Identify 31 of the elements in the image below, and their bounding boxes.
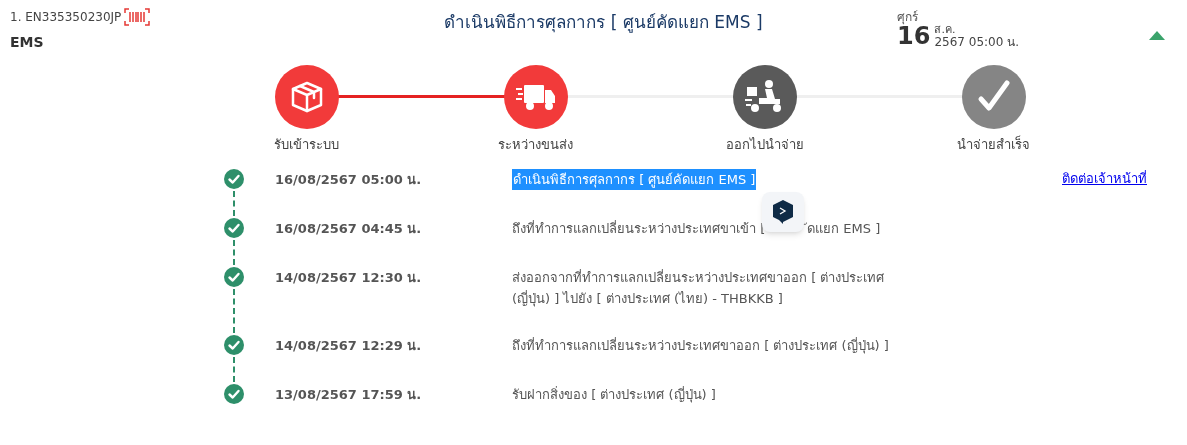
month: ส.ค. [934, 24, 957, 36]
check-circle-icon [224, 334, 244, 355]
status-title: ดำเนินพิธีการศุลกากร [ ศูนย์คัดแยก EMS ] [444, 11, 763, 35]
event-time: 16/08/2567 05:00 น. [274, 170, 423, 189]
event-time: 14/08/2567 12:30 น. [274, 268, 423, 287]
check-circle-icon [224, 266, 244, 287]
translate-overlay-button[interactable] [762, 191, 805, 232]
step-label: รับเข้าระบบ [274, 136, 339, 154]
step-label: ออกไปนำจ่าย [725, 136, 804, 154]
weekday: ศุกร์ [897, 9, 918, 25]
check-circle-icon [224, 168, 244, 189]
contact-staff-link[interactable]: ติดต่อเจ้าหน้าที่ [1062, 168, 1147, 188]
check-circle-icon [224, 217, 244, 238]
collapse-caret-icon[interactable] [1149, 30, 1165, 40]
year-time: 2567 05:00 น. [934, 36, 1019, 48]
check-circle-icon [224, 383, 244, 404]
event-time: 13/08/2567 17:59 น. [274, 385, 423, 404]
tracking-number: 1. EN335350230JP [10, 9, 122, 26]
event-time: 16/08/2567 04:45 น. [274, 219, 423, 238]
day-number: 16 [897, 24, 931, 48]
step-label: นำจ่ายสำเร็จ [957, 135, 1030, 154]
share-bubble-icon [773, 199, 794, 224]
event-description: ส่งออกจากที่ทำการแลกเปลี่ยนระหว่างประเทศขาออก [ ต่างประเทศ (ญี่ปุ่น) ] ไปยัง [ ต่างประเทศ (ไทย) - THBKKB ] [512, 268, 886, 309]
event-time: 14/08/2567 12:29 น. [274, 336, 423, 355]
box-icon [289, 80, 324, 114]
event-description: ถึงที่ทำการแลกเปลี่ยนระหว่างประเทศขาออก [ ต่างประเทศ (ญี่ปุ่น) ] [512, 336, 889, 356]
barcode-icon [124, 8, 151, 26]
event-description: ดำเนินพิธีการศุลกากร [ ศูนย์คัดแยก EMS ] [512, 168, 757, 190]
event-description: รับฝากสิ่งของ [ ต่างประเทศ (ญี่ปุ่น) ] [512, 385, 716, 405]
service-name: EMS [10, 33, 45, 52]
step-label: ระหว่างขนส่ง [498, 136, 573, 154]
